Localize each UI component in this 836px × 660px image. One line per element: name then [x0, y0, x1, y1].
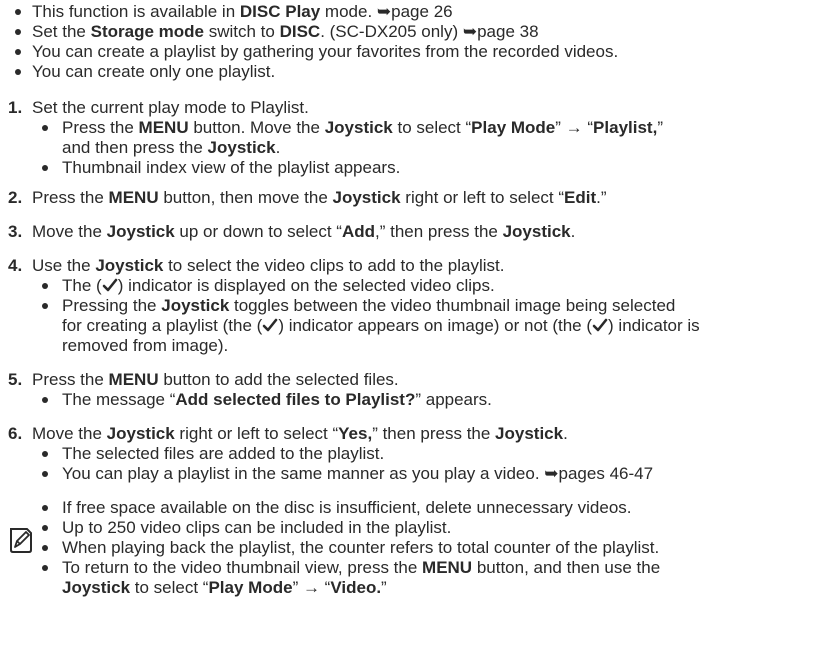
step-number: 6.: [8, 424, 23, 443]
bullet: [15, 69, 21, 75]
bullet: [15, 49, 21, 55]
manual-page: { "intro": { "b1": {"a":"This function i…: [0, 0, 836, 660]
step-4-sub-2: Pressing the Joystick toggles between th…: [62, 296, 676, 315]
note-pencil-icon: [10, 528, 32, 553]
step-5-sub-1: The message “Add selected files to Playl…: [62, 390, 492, 409]
intro-bullet-2: Set the Storage mode switch to DISC. (SC…: [32, 22, 539, 41]
bullet: [15, 9, 21, 15]
note-3: When playing back the playlist, the coun…: [62, 538, 660, 557]
note-4: To return to the video thumbnail view, p…: [62, 558, 661, 577]
intro-bullet-3: You can create a playlist by gathering y…: [32, 42, 619, 61]
step-4-sub-1: The () indicator is displayed on the sel…: [62, 276, 495, 295]
step-number: 2.: [8, 188, 23, 207]
step-number: 5.: [8, 370, 23, 389]
step-number: 4.: [8, 256, 23, 275]
bullet: [15, 29, 21, 35]
bullet: [42, 505, 48, 511]
bullet: [42, 451, 48, 457]
check-indicator-icon: [263, 318, 278, 332]
step-6-sub-2: You can play a playlist in the same mann…: [62, 464, 654, 483]
step-number: 3.: [8, 222, 23, 241]
step-number: 1.: [8, 98, 23, 117]
bullet: [42, 165, 48, 171]
step-4-text: Use the Joystick to select the video cli…: [32, 256, 505, 275]
note-1: If free space available on the disc is i…: [62, 498, 632, 517]
step-6-sub-1: The selected files are added to the play…: [62, 444, 385, 463]
bullet: [42, 283, 48, 289]
bullet: [42, 525, 48, 531]
step-1-sub-2: Thumbnail index view of the playlist app…: [62, 158, 401, 177]
page-ref[interactable]: ➥page 26: [377, 2, 453, 21]
step-4-sub-2-cont: for creating a playlist (the () indicato…: [62, 316, 700, 335]
step-5-text: Press the MENU button to add the selecte…: [32, 370, 399, 389]
note-4-cont: Joystick to select “Play Mode” → “Video.…: [62, 578, 387, 597]
bullet: [42, 303, 48, 309]
step-1-sub-1: Press the MENU button. Move the Joystick…: [62, 118, 663, 137]
note-2: Up to 250 video clips can be included in…: [62, 518, 452, 537]
check-indicator-icon: [592, 318, 608, 332]
bullet: [42, 565, 48, 571]
page-ref[interactable]: ➥page 38: [463, 22, 539, 41]
step-4-sub-2-cont2: removed from image).: [62, 336, 229, 355]
step-3-text: Move the Joystick up or down to select “…: [32, 222, 576, 241]
bullet: [42, 125, 48, 131]
intro-bullet-4: You can create only one playlist.: [32, 62, 276, 81]
bullet: [42, 471, 48, 477]
step-6-text: Move the Joystick right or left to selec…: [32, 424, 568, 443]
page-ref[interactable]: ➥pages 46-47: [544, 464, 653, 483]
bullet: [42, 397, 48, 403]
step-1-sub-1-cont: and then press the Joystick.: [62, 138, 281, 157]
intro-bullet-1: This function is available in DISC Play …: [32, 2, 453, 21]
step-1-text: Set the current play mode to Playlist.: [32, 98, 309, 117]
check-indicator-icon: [102, 278, 117, 292]
step-2-text: Press the MENU button, then move the Joy…: [32, 188, 607, 207]
bullet: [42, 545, 48, 551]
